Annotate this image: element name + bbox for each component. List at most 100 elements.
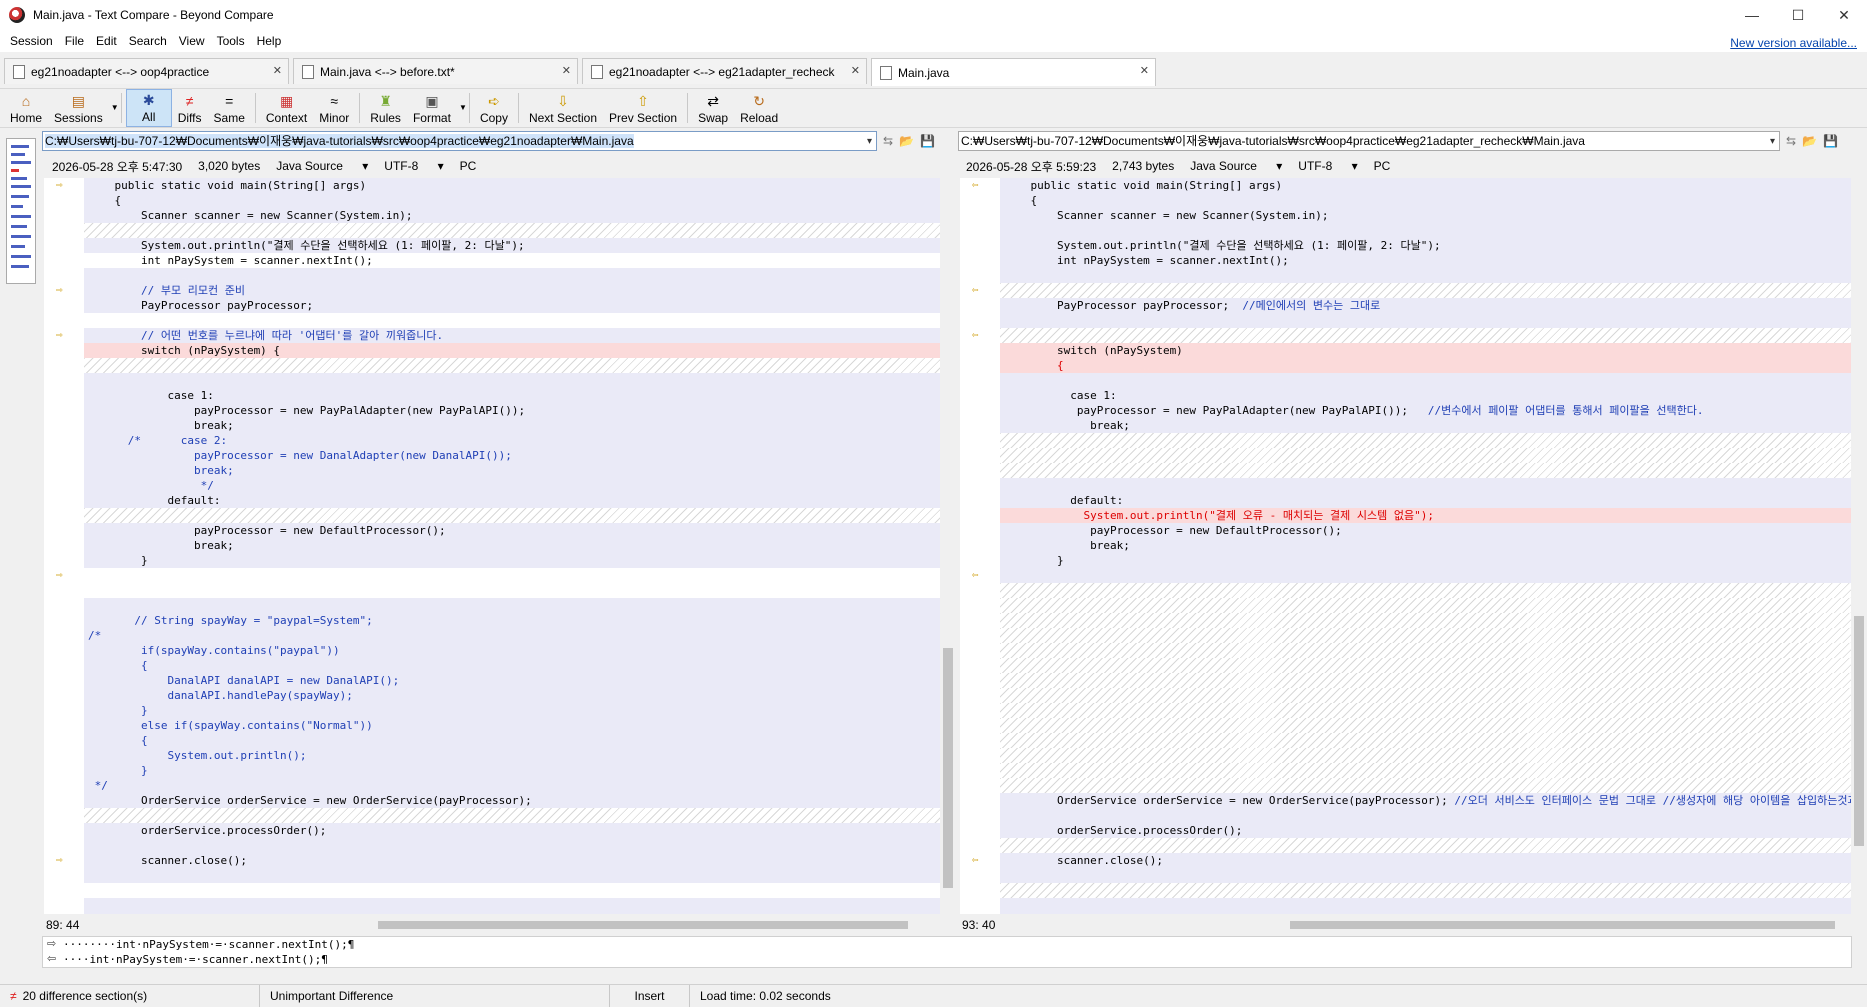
- code-line[interactable]: [1000, 898, 1851, 913]
- tab-folder-compare-1[interactable]: eg21noadapter <--> oop4practice ✕: [4, 58, 289, 84]
- minimize-button[interactable]: —: [1729, 0, 1775, 30]
- code-line[interactable]: [1000, 643, 1851, 658]
- code-line[interactable]: System.out.println("결제 수단을 선택하세요 (1: 페이팔…: [84, 238, 940, 253]
- code-line[interactable]: default:: [1000, 493, 1851, 508]
- swap-sides-icon[interactable]: ⇆: [1786, 134, 1796, 148]
- copy-to-left-icon[interactable]: ⇦: [972, 569, 984, 580]
- code-line[interactable]: OrderService orderService = new OrderSer…: [84, 793, 940, 808]
- code-line[interactable]: [84, 883, 940, 898]
- code-line[interactable]: orderService.processOrder();: [1000, 823, 1851, 838]
- code-line[interactable]: case 1:: [84, 388, 940, 403]
- code-line[interactable]: // 어떤 번호를 누르냐에 따라 '어댑터'를 갈아 끼워줍니다.: [84, 328, 940, 343]
- code-line[interactable]: [1000, 268, 1851, 283]
- menu-edit[interactable]: Edit: [90, 34, 123, 48]
- code-line[interactable]: payProcessor = new PayPalAdapter(new Pay…: [1000, 403, 1851, 418]
- code-line[interactable]: System.out.println("결제 오류 - 매치되는 결제 시스템 …: [1000, 508, 1851, 523]
- code-line[interactable]: [84, 598, 940, 613]
- chevron-down-icon[interactable]: ▾: [1770, 133, 1775, 150]
- code-line[interactable]: */: [84, 778, 940, 793]
- code-line[interactable]: }: [84, 553, 940, 568]
- code-line[interactable]: [1000, 868, 1851, 883]
- code-line[interactable]: else if(spayWay.contains("Normal")): [84, 718, 940, 733]
- copy-to-right-icon[interactable]: ⇨: [56, 569, 68, 580]
- code-line[interactable]: [1000, 838, 1851, 853]
- code-line[interactable]: [84, 358, 940, 373]
- code-line[interactable]: break;: [84, 463, 940, 478]
- left-syntax-select[interactable]: Java Source ▾: [276, 159, 368, 173]
- code-line[interactable]: default:: [84, 493, 940, 508]
- tab-close-icon[interactable]: ✕: [1140, 64, 1149, 77]
- code-line[interactable]: [1000, 628, 1851, 643]
- code-line[interactable]: [84, 808, 940, 823]
- same-button[interactable]: = Same: [208, 89, 251, 127]
- code-line[interactable]: OrderService orderService = new OrderSer…: [1000, 793, 1851, 808]
- code-line[interactable]: {: [84, 733, 940, 748]
- code-line[interactable]: public static void main(String[] args): [1000, 178, 1851, 193]
- right-path-input[interactable]: C:₩Users₩tj-bu-707-12₩Documents₩이재웅₩java…: [958, 131, 1780, 151]
- code-line[interactable]: }: [84, 913, 940, 914]
- code-line[interactable]: }: [1000, 913, 1851, 914]
- scroll-thumb[interactable]: [378, 921, 908, 929]
- code-line[interactable]: }: [1000, 553, 1851, 568]
- code-line[interactable]: [84, 583, 940, 598]
- maximize-button[interactable]: ☐: [1775, 0, 1821, 30]
- left-path-input[interactable]: C:₩Users₩tj-bu-707-12₩Documents₩이재웅₩java…: [42, 131, 877, 151]
- code-line[interactable]: {: [84, 193, 940, 208]
- menu-tools[interactable]: Tools: [211, 34, 251, 48]
- code-line[interactable]: /*: [84, 628, 940, 643]
- save-icon[interactable]: 💾: [1823, 134, 1838, 148]
- minor-button[interactable]: ≈ Minor: [313, 89, 355, 127]
- code-line[interactable]: switch (nPaySystem): [1000, 343, 1851, 358]
- code-line[interactable]: payProcessor = new PayPalAdapter(new Pay…: [84, 403, 940, 418]
- code-line[interactable]: [1000, 883, 1851, 898]
- code-line[interactable]: payProcessor = new DefaultProcessor();: [1000, 523, 1851, 538]
- copy-to-left-icon[interactable]: ⇦: [972, 284, 984, 295]
- close-button[interactable]: ✕: [1821, 0, 1867, 30]
- copy-to-right-icon[interactable]: ⇨: [56, 284, 68, 295]
- copy-to-right-icon[interactable]: ⇨: [56, 854, 68, 865]
- left-gutter[interactable]: ⇨ ⇨ ⇨ ⇨ ⇨: [44, 178, 84, 914]
- copy-to-right-icon[interactable]: ⇨: [56, 179, 68, 190]
- code-line[interactable]: [1000, 718, 1851, 733]
- menu-view[interactable]: View: [173, 34, 211, 48]
- copy-to-left-icon[interactable]: ⇦: [972, 329, 984, 340]
- left-horizontal-scrollbar[interactable]: [364, 918, 940, 932]
- code-line[interactable]: [1000, 433, 1851, 448]
- right-gutter[interactable]: ⇦ ⇦ ⇦ ⇦ ⇦: [960, 178, 1000, 914]
- prev-section-button[interactable]: ⇧ Prev Section: [603, 89, 683, 127]
- code-line[interactable]: [1000, 658, 1851, 673]
- new-version-link[interactable]: New version available...: [1730, 36, 1857, 50]
- tab-close-icon[interactable]: ✕: [273, 64, 282, 77]
- tab-text-compare-1[interactable]: Main.java <--> before.txt* ✕: [293, 58, 578, 84]
- right-horizontal-scrollbar[interactable]: [1276, 918, 1851, 932]
- left-lineend[interactable]: PC: [460, 159, 477, 173]
- code-line[interactable]: [1000, 313, 1851, 328]
- code-line[interactable]: Scanner scanner = new Scanner(System.in)…: [1000, 208, 1851, 223]
- code-line[interactable]: danalAPI.handlePay(spayWay);: [84, 688, 940, 703]
- tab-close-icon[interactable]: ✕: [562, 64, 571, 77]
- left-encoding-select[interactable]: UTF-8 ▾: [384, 159, 443, 173]
- code-line[interactable]: break;: [84, 538, 940, 553]
- code-line[interactable]: orderService.processOrder();: [84, 823, 940, 838]
- code-line[interactable]: public static void main(String[] args): [84, 178, 940, 193]
- reload-button[interactable]: ↻ Reload: [734, 89, 784, 127]
- left-editor-pane[interactable]: ⇨ ⇨ ⇨ ⇨ ⇨ public static void main(String[] a…: [44, 178, 940, 914]
- sessions-button[interactable]: ▤ Sessions ▼: [48, 89, 119, 127]
- all-button[interactable]: ✱ All: [125, 89, 172, 127]
- code-line[interactable]: [1000, 598, 1851, 613]
- code-line[interactable]: case 1:: [1000, 388, 1851, 403]
- code-line[interactable]: }: [84, 703, 940, 718]
- right-code-area[interactable]: public static void main(String[] args) {…: [1000, 178, 1851, 914]
- save-icon[interactable]: 💾: [920, 134, 935, 148]
- code-line[interactable]: [1000, 778, 1851, 793]
- code-line[interactable]: }: [84, 763, 940, 778]
- format-button[interactable]: ▣ Format ▼: [407, 89, 467, 127]
- open-folder-icon[interactable]: 📂: [1802, 134, 1817, 148]
- tab-main-java[interactable]: Main.java ✕: [871, 58, 1156, 86]
- code-line[interactable]: System.out.println("결제 수단을 선택하세요 (1: 페이팔…: [1000, 238, 1851, 253]
- code-line[interactable]: [84, 373, 940, 388]
- code-line[interactable]: [84, 508, 940, 523]
- scroll-thumb[interactable]: [943, 648, 953, 888]
- code-line[interactable]: [1000, 583, 1851, 598]
- swap-sides-icon[interactable]: ⇆: [883, 134, 893, 148]
